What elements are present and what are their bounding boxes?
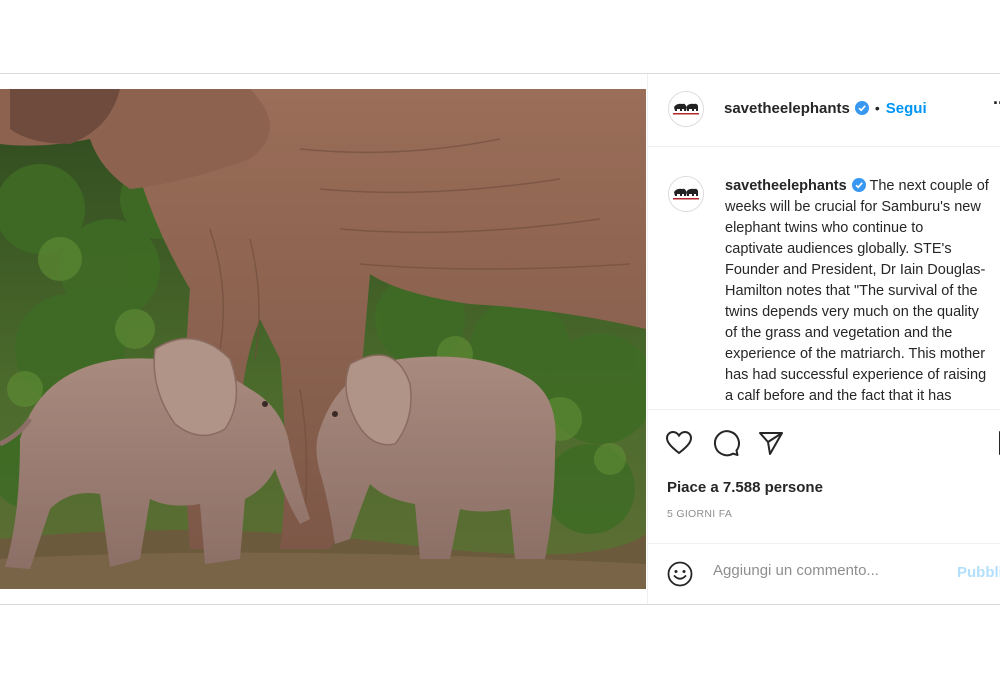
more-options-icon[interactable]: ... — [993, 88, 1000, 109]
caption-line: captivate audiences globally. STE's — [725, 241, 952, 257]
caption-line: weeks will be crucial for Samburu's new — [725, 199, 981, 215]
separator-dot: • — [874, 100, 880, 116]
caption-line: Hamilton notes that "The survival of the — [725, 283, 978, 299]
elephant-logo-icon — [669, 177, 703, 211]
verified-badge-icon — [851, 178, 866, 192]
caption-line: Founder and President, Dr Iain Douglas- — [725, 262, 986, 278]
comment-input[interactable] — [713, 562, 943, 579]
post-side-panel: savetheelephants • Segui ... savetheelepha… — [647, 74, 1000, 604]
caption-line: twins depends very much on the quality — [725, 304, 979, 320]
username-link[interactable]: savetheelephants — [724, 100, 850, 117]
elephant-logo-icon — [669, 92, 703, 126]
caption-line: of the grass and vegetation and the — [725, 325, 953, 341]
caption-line: has had successful experience of raising — [725, 367, 987, 383]
avatar[interactable] — [668, 91, 704, 127]
publish-button[interactable]: Pubblica — [957, 564, 1000, 581]
instagram-post: savetheelephants • Segui ... savetheelepha… — [0, 73, 1000, 605]
verified-badge-icon — [854, 101, 869, 115]
action-bar — [665, 429, 1000, 459]
header-user-row: savetheelephants • Segui — [724, 100, 927, 118]
caption-area: savetheelephants The next couple of week… — [648, 147, 1000, 410]
caption-line: savetheelephants The next couple of — [725, 176, 1000, 197]
post-header: savetheelephants • Segui ... — [648, 74, 1000, 147]
post-date[interactable]: 5 GIORNI FA — [667, 508, 732, 520]
caption-line: a calf before and the fact that it has — [725, 388, 952, 404]
emoji-icon[interactable] — [667, 561, 693, 587]
bookmark-icon[interactable] — [995, 429, 1000, 457]
caption-line: experience of the matriarch. This mother — [725, 346, 986, 362]
heart-icon[interactable] — [665, 429, 693, 457]
caption-username[interactable]: savetheelephants — [725, 178, 847, 194]
comment-icon[interactable] — [712, 429, 740, 457]
caption-text: savetheelephants The next couple of week… — [725, 176, 1000, 407]
elephant-family-image — [0, 89, 646, 589]
share-icon[interactable] — [757, 429, 785, 457]
comment-bar: Pubblica — [648, 543, 1000, 604]
post-photo[interactable] — [0, 89, 646, 589]
likes-count[interactable]: Piace a 7.588 persone — [667, 479, 823, 496]
caption-avatar[interactable] — [668, 176, 704, 212]
caption-line: elephant twins who continue to — [725, 220, 924, 236]
follow-button[interactable]: Segui — [886, 100, 927, 117]
caption-line-text: The next couple of — [869, 178, 989, 194]
